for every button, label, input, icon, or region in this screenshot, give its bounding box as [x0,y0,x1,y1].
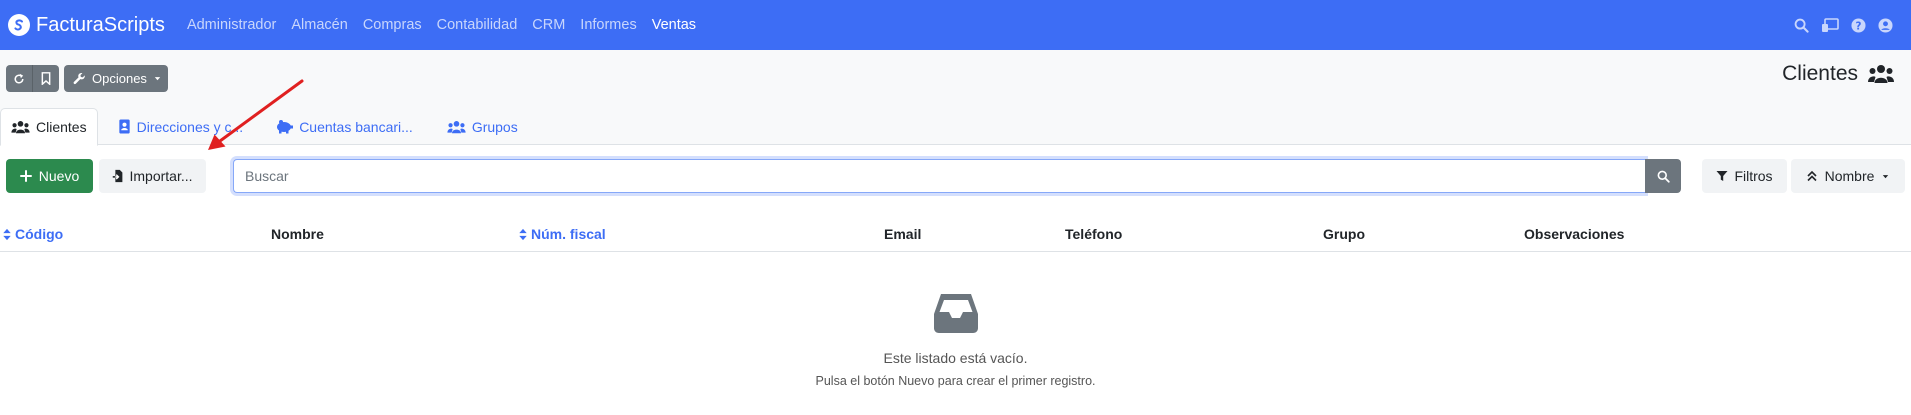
filters-label: Filtros [1734,168,1773,184]
inbox-icon [933,290,979,334]
menu-almacen[interactable]: Almacén [291,17,347,33]
top-navbar: FacturaScripts Administrador Almacén Com… [0,0,1911,50]
search-icon [1657,170,1670,183]
tab-direcciones[interactable]: Direcciones y c... [108,108,254,145]
column-label: Observaciones [1524,226,1625,242]
chevron-double-up-icon [1807,170,1817,182]
options-dropdown-button[interactable]: Opciones [64,65,168,92]
column-num-fiscal[interactable]: Núm. fiscal [518,226,606,242]
column-nombre: Nombre [271,226,324,242]
piggy-bank-icon [277,120,294,134]
filter-icon [1716,171,1728,181]
search-input[interactable] [233,159,1645,193]
help-icon[interactable]: ? [1851,17,1866,33]
caret-down-icon [1883,174,1889,178]
order-dropdown-button[interactable]: Nombre [1791,159,1905,193]
import-button-label: Importar... [129,168,193,184]
column-grupo: Grupo [1323,226,1365,242]
sort-icon [519,228,527,240]
svg-text:?: ? [1856,20,1862,32]
menu-contabilidad[interactable]: Contabilidad [437,17,518,33]
new-button[interactable]: Nuevo [6,159,93,193]
user-icon[interactable] [1878,17,1893,33]
import-button[interactable]: Importar... [99,159,206,193]
plus-icon [19,170,32,182]
menu-informes[interactable]: Informes [580,17,636,33]
dashboard-icon[interactable] [1821,17,1839,33]
tab-label: Direcciones y c... [136,118,244,135]
column-codigo[interactable]: Código [2,226,63,242]
users-icon [1868,65,1894,83]
page-title-text: Clientes [1782,62,1858,85]
column-label: Email [884,226,922,242]
users-icon [11,121,30,134]
column-label: Núm. fiscal [531,226,606,242]
tab-label: Clientes [36,119,87,135]
menu-ventas[interactable]: Ventas [652,17,696,33]
refresh-icon [14,73,24,84]
caret-down-icon [154,77,161,81]
menu-administrador[interactable]: Administrador [187,17,276,33]
table-header: Código Nombre Núm. fiscal Email Teléfono… [0,220,1911,252]
page-title: Clientes [1782,62,1894,86]
file-import-icon [113,169,123,183]
tab-cuentas-bancarias[interactable]: Cuentas bancari... [265,108,423,145]
refresh-button[interactable] [6,65,32,92]
menu-compras[interactable]: Compras [363,17,422,33]
tab-clientes[interactable]: Clientes [0,108,98,146]
tab-grupos[interactable]: Grupos [437,108,528,145]
empty-state: Este listado está vacío. Pulsa el botón … [0,290,1911,388]
menu-crm[interactable]: CRM [532,17,565,33]
users-icon [447,120,466,133]
toolbar-button-group [6,65,59,92]
column-label: Código [15,226,64,242]
empty-message: Este listado está vacío. [883,350,1028,366]
filters-button[interactable]: Filtros [1702,159,1787,193]
column-telefono: Teléfono [1065,226,1122,242]
wrench-icon [73,72,85,85]
options-label: Opciones [92,71,147,86]
brand-name: FacturaScripts [36,13,165,36]
bookmark-button[interactable] [32,65,58,92]
search-button[interactable] [1645,159,1681,193]
tab-label: Grupos [471,118,518,135]
sort-icon [3,228,11,240]
tab-bar: Clientes Direcciones y c... Cuentas banc… [0,108,1911,146]
bookmark-icon [41,72,50,85]
order-label: Nombre [1824,168,1875,184]
column-label: Grupo [1323,226,1365,242]
main-menu: Administrador Almacén Compras Contabilid… [187,17,711,33]
new-button-label: Nuevo [38,168,80,184]
brand[interactable]: FacturaScripts [8,14,165,37]
column-label: Teléfono [1065,226,1123,242]
column-email: Email [884,226,921,242]
navbar-icons: ? [1782,0,1893,50]
column-observaciones: Observaciones [1524,226,1624,242]
address-book-icon [118,119,130,134]
column-label: Nombre [271,226,324,242]
tab-label: Cuentas bancari... [299,118,413,135]
empty-hint: Pulsa el botón Nuevo para crear el prime… [815,374,1096,388]
facturascripts-logo-icon [8,14,30,36]
search-icon[interactable] [1794,18,1809,33]
